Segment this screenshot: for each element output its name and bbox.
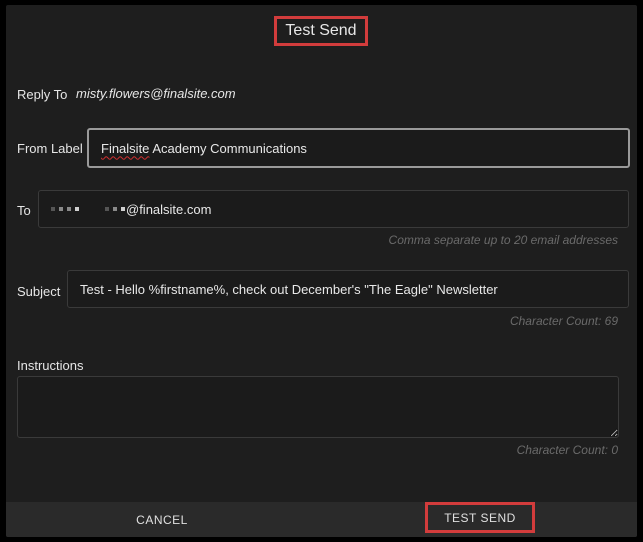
redacted-email-prefix <box>51 207 125 211</box>
from-label-value-rest: Academy Communications <box>149 140 307 156</box>
test-send-dialog: Test Send Reply To misty.flowers@finalsi… <box>6 5 637 537</box>
to-input[interactable]: @finalsite.com <box>38 190 629 228</box>
reply-to-value: misty.flowers@finalsite.com <box>76 86 236 101</box>
to-hint: Comma separate up to 20 email addresses <box>388 233 618 247</box>
subject-input[interactable]: Test - Hello %firstname%, check out Dece… <box>67 270 629 308</box>
cancel-button[interactable]: CANCEL <box>106 502 218 537</box>
to-value-suffix: @finalsite.com <box>126 201 212 217</box>
subject-char-count: Character Count: 69 <box>509 314 618 328</box>
subject-label: Subject <box>17 284 61 299</box>
from-label-value-prefix: Finalsite <box>101 140 150 156</box>
dialog-footer: CANCEL TEST SEND <box>6 502 637 537</box>
reply-to-label: Reply To <box>17 87 68 102</box>
to-label: To <box>17 203 31 218</box>
from-label-input[interactable]: Finalsite Academy Communications <box>87 128 630 168</box>
from-label-label: From Label <box>17 141 83 156</box>
test-send-button[interactable]: TEST SEND <box>425 502 535 533</box>
instructions-label: Instructions <box>17 358 84 373</box>
dialog-title: Test Send <box>274 16 368 46</box>
instructions-char-count: Character Count: 0 <box>516 443 618 457</box>
instructions-textarea[interactable] <box>17 376 619 438</box>
subject-value: Test - Hello %firstname%, check out Dece… <box>80 281 498 297</box>
